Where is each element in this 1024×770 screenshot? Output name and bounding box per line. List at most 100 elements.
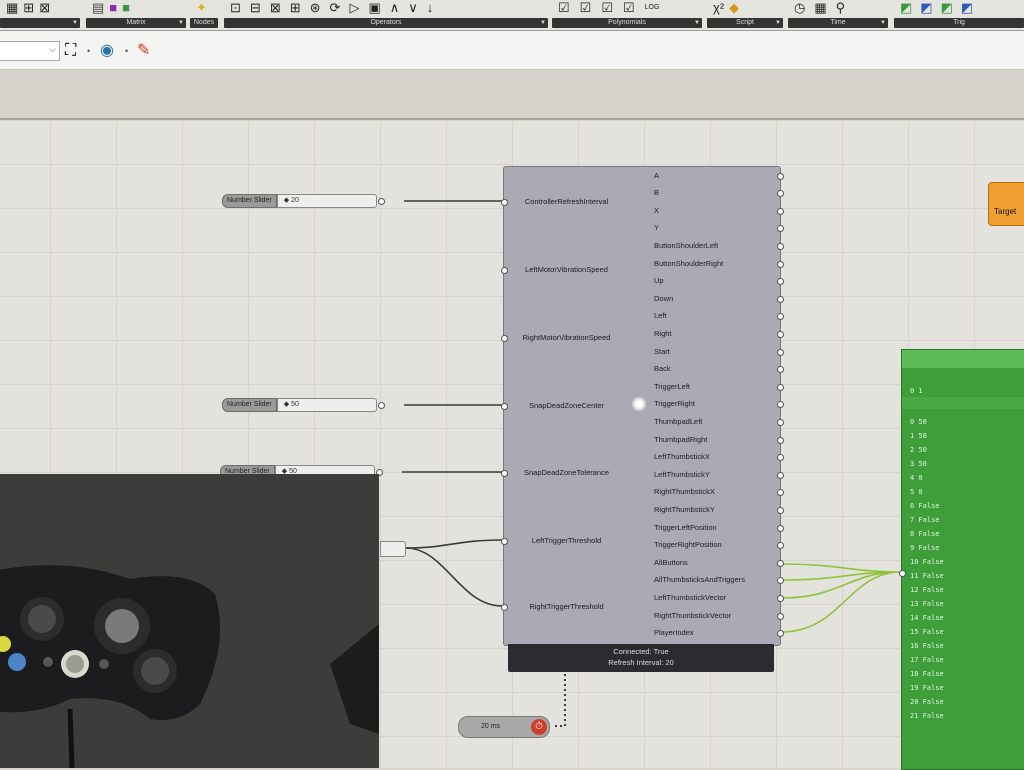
output-label: TriggerRightPosition xyxy=(654,540,722,549)
output-grip[interactable] xyxy=(777,313,784,320)
panel-row: 10 False xyxy=(910,558,944,566)
output-label: Back xyxy=(654,364,671,373)
output-grip[interactable] xyxy=(777,225,784,232)
panel-selection-bar xyxy=(902,397,1024,409)
output-grip[interactable] xyxy=(777,525,784,532)
output-label: X xyxy=(654,206,660,215)
input-label: SnapDeadZoneCenter xyxy=(528,401,605,410)
output-grip[interactable] xyxy=(777,401,784,408)
slider-value: 50 xyxy=(291,401,299,408)
output-label: ThumbpadRight xyxy=(654,435,708,444)
output-grip[interactable] xyxy=(377,197,385,205)
wire-dashed xyxy=(555,674,566,727)
panel-row: 9 False xyxy=(910,544,940,552)
output-grip[interactable] xyxy=(777,472,784,479)
output-grip[interactable] xyxy=(777,173,784,180)
panel-row: 20 False xyxy=(910,698,944,706)
output-grip[interactable] xyxy=(777,630,784,637)
output-label: RightThumbstickY xyxy=(654,505,715,514)
output-grip[interactable] xyxy=(777,560,784,567)
wire xyxy=(781,571,901,633)
panel-row: 21 False xyxy=(910,712,944,720)
panel-row: 4 0 xyxy=(910,474,923,482)
output-grip[interactable] xyxy=(777,349,784,356)
output-label: Start xyxy=(654,347,670,356)
target-label: Target xyxy=(994,207,1017,216)
webcam-overlay xyxy=(0,474,379,768)
output-grip[interactable] xyxy=(777,296,784,303)
panel-row: 13 False xyxy=(910,600,944,608)
output-grip[interactable] xyxy=(777,454,784,461)
panel-row: 15 False xyxy=(910,628,944,636)
wire xyxy=(781,563,901,573)
game-controller-image xyxy=(0,474,379,768)
output-grip[interactable] xyxy=(777,419,784,426)
output-label: TriggerRight xyxy=(654,399,695,408)
panel-row: 3 50 xyxy=(910,460,927,468)
output-label: LeftThumbstickX xyxy=(654,452,710,461)
panel-row: 1 50 xyxy=(910,432,927,440)
wire xyxy=(405,539,503,549)
output-grip[interactable] xyxy=(777,437,784,444)
output-grip[interactable] xyxy=(777,331,784,338)
timer-component[interactable]: 20 ms ⏱ xyxy=(458,716,550,738)
output-label: AllThumbsticksAndTriggers xyxy=(654,575,745,584)
input-grip[interactable] xyxy=(899,570,906,577)
output-grip[interactable] xyxy=(777,613,784,620)
number-slider[interactable]: Number Slider ◆ 50 xyxy=(222,397,385,413)
output-grip[interactable] xyxy=(777,190,784,197)
output-label: LeftThumbstickVector xyxy=(654,593,727,602)
output-grip[interactable] xyxy=(777,542,784,549)
output-label: B xyxy=(654,188,660,197)
output-grip[interactable] xyxy=(777,507,784,514)
number-slider[interactable]: Number Slider ◆ 20 xyxy=(222,193,385,209)
panel-row: 5 0 xyxy=(910,488,923,496)
panel-header xyxy=(902,350,1024,368)
output-grip[interactable] xyxy=(777,366,784,373)
panel-row: 11 False xyxy=(910,572,944,580)
output-label: LeftThumbstickY xyxy=(654,470,710,479)
status-refresh: Refresh Interval: 20 xyxy=(608,658,674,667)
output-grip[interactable] xyxy=(777,577,784,584)
output-grip[interactable] xyxy=(377,401,385,409)
slider-name: Number Slider xyxy=(222,194,277,208)
target-component[interactable]: Target xyxy=(988,182,1024,226)
panel-row: 6 False xyxy=(910,502,940,510)
output-grip[interactable] xyxy=(777,208,784,215)
panel-row: 16 False xyxy=(910,642,944,650)
panel-row: 7 False xyxy=(910,516,940,524)
panel-row: 18 False xyxy=(910,670,944,678)
output-label: PlayerIndex xyxy=(654,628,694,637)
output-label: Left xyxy=(654,311,667,320)
output-label: Right xyxy=(654,329,672,338)
output-grip[interactable] xyxy=(777,489,784,496)
input-label: SnapDeadZoneTolerance xyxy=(523,468,610,477)
output-grip[interactable] xyxy=(777,243,784,250)
output-label: RightThumbstickX xyxy=(654,487,715,496)
input-label: LeftMotorVibrationSpeed xyxy=(525,265,608,274)
output-label: ButtonShoulderRight xyxy=(654,259,724,268)
output-grip[interactable] xyxy=(777,384,784,391)
slider-track[interactable]: ◆ 50 xyxy=(276,398,377,412)
panel-component[interactable]: 0 1 0 50 1 50 2 50 3 50 4 0 5 0 6 False … xyxy=(899,349,1024,770)
status-connected: Connected: True xyxy=(613,647,669,656)
panel-row: 0 1 xyxy=(910,387,923,395)
output-label: Up xyxy=(654,276,664,285)
panel-row: 19 False xyxy=(910,684,944,692)
relay-node[interactable] xyxy=(380,541,406,557)
panel-row: 12 False xyxy=(910,586,944,594)
input-label: RightMotorVibrationSpeed xyxy=(522,333,611,342)
panel-row: 8 False xyxy=(910,530,940,538)
output-label: A xyxy=(654,171,660,180)
slider-track[interactable]: ◆ 20 xyxy=(276,194,377,208)
output-label: TriggerLeftPosition xyxy=(654,523,717,532)
slider-value: 20 xyxy=(291,197,299,204)
output-label: RightThumbstickVector xyxy=(654,611,732,620)
output-label: Down xyxy=(654,294,674,303)
timer-value: 20 ms xyxy=(481,723,501,730)
output-grip[interactable] xyxy=(777,278,784,285)
component-status-bar: Connected: True Refresh Interval: 20 xyxy=(508,644,774,672)
output-grip[interactable] xyxy=(777,261,784,268)
timer-icon: ⏱ xyxy=(531,719,547,735)
output-grip[interactable] xyxy=(777,595,784,602)
